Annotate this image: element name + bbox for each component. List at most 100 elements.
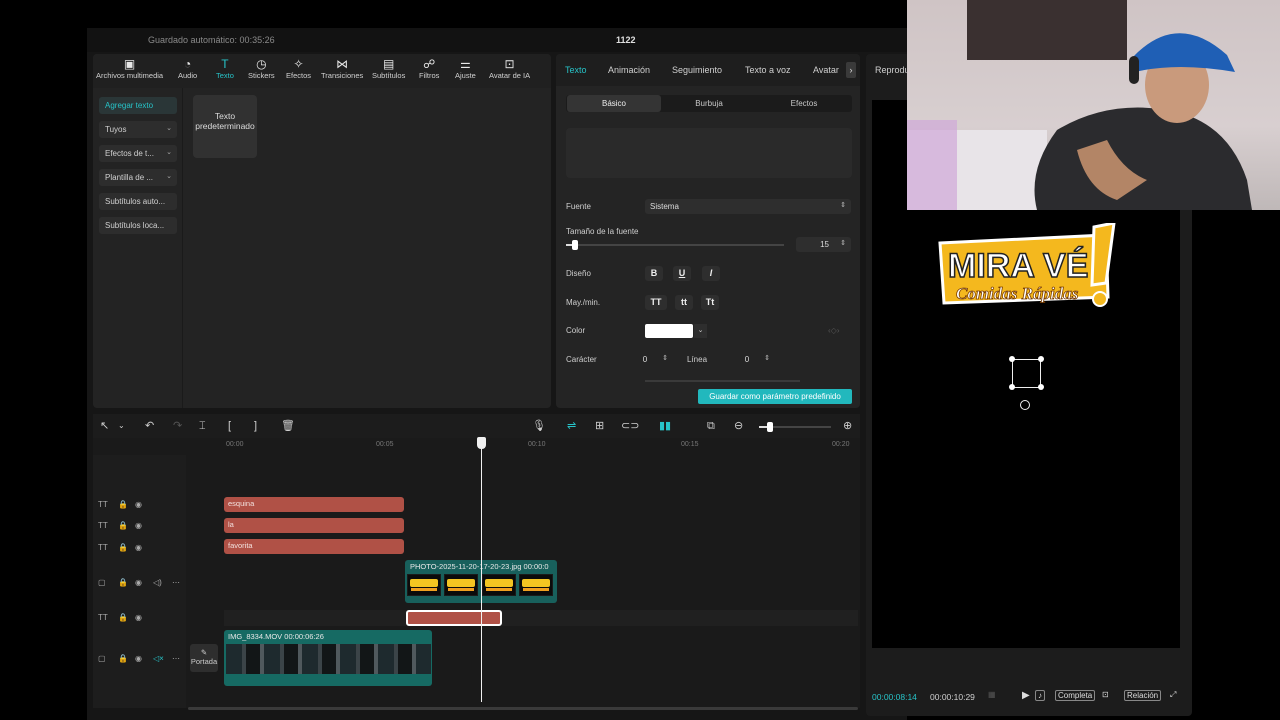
italic-button[interactable]: I: [702, 266, 720, 281]
chevron-down-icon[interactable]: ⌄: [118, 419, 125, 433]
tool-adjust[interactable]: ⚌ Ajuste: [455, 58, 476, 81]
underline-button[interactable]: U: [673, 266, 691, 281]
split-icon[interactable]: ⌶: [199, 419, 206, 433]
tool-transitions[interactable]: ⋈ Transiciones: [321, 58, 363, 81]
microphone-icon[interactable]: 🎙: [532, 419, 546, 433]
selected-text-clip[interactable]: [406, 610, 502, 626]
zoom-out-icon[interactable]: ⊖: [734, 419, 743, 433]
tool-media[interactable]: ▣ Archivos multimedia: [96, 58, 164, 81]
save-preset-button[interactable]: Guardar como parámetro predefinido: [698, 389, 852, 404]
lock-icon[interactable]: 🔒: [118, 500, 128, 509]
char-spacing-input[interactable]: 0 ⇕: [620, 352, 670, 367]
tool-subtitles[interactable]: ▤ Subtítulos: [372, 58, 405, 81]
eye-icon[interactable]: ◉: [135, 613, 142, 622]
audio-wave-icon[interactable]: ♪: [1035, 690, 1045, 701]
lock-icon[interactable]: 🔒: [118, 578, 128, 587]
muted-speaker-icon[interactable]: ◁×: [153, 654, 164, 663]
delete-icon[interactable]: 🗑: [281, 419, 295, 433]
lock-icon[interactable]: 🔒: [118, 613, 128, 622]
text-bounding-box[interactable]: [1012, 359, 1041, 388]
tool-avatar[interactable]: ⊡ Avatar de IA: [489, 58, 530, 81]
tool-label: Archivos multimedia: [96, 71, 164, 80]
tool-filters[interactable]: ☍ Filtros: [419, 58, 439, 81]
lock-icon[interactable]: 🔒: [118, 521, 128, 530]
tab-tracking[interactable]: Seguimiento: [672, 65, 722, 75]
tab-animation[interactable]: Animación: [608, 65, 650, 75]
bold-button[interactable]: B: [645, 266, 663, 281]
eye-icon[interactable]: ◉: [135, 543, 142, 552]
resize-handle[interactable]: [1038, 384, 1044, 390]
lock-icon[interactable]: 🔒: [118, 543, 128, 552]
trim-left-icon[interactable]: [: [228, 419, 231, 433]
magnet-icon[interactable]: ⇌: [567, 419, 576, 433]
select-tool-icon[interactable]: ↖: [100, 419, 109, 433]
undo-icon[interactable]: ↶: [145, 419, 154, 433]
tab-text[interactable]: Texto: [565, 65, 587, 75]
text-clip[interactable]: la: [224, 518, 404, 533]
subtab-basic[interactable]: Básico: [567, 95, 661, 112]
preview-axis-icon[interactable]: ▮▮: [659, 419, 671, 433]
tool-audio[interactable]: ◔ Audio: [178, 58, 197, 81]
fullscreen-icon[interactable]: ⤢: [1170, 690, 1176, 700]
resize-handle[interactable]: [1009, 356, 1015, 362]
eye-icon[interactable]: ◉: [135, 578, 142, 587]
sidebar-auto-subtitles[interactable]: Subtítulos auto...: [99, 193, 177, 210]
subtab-bubble[interactable]: Burbuja: [662, 95, 756, 112]
playhead[interactable]: [481, 444, 482, 702]
sidebar-yours[interactable]: Tuyos ⌄: [99, 121, 177, 138]
more-icon[interactable]: ⋯: [172, 578, 180, 587]
sidebar-text-effects[interactable]: Efectos de t... ⌄: [99, 145, 177, 162]
trim-right-icon[interactable]: ]: [254, 419, 257, 433]
text-clip[interactable]: favorita: [224, 539, 404, 554]
link-icon[interactable]: ⊂⊃: [621, 419, 639, 433]
keyframe-icon[interactable]: ‹◇›: [828, 326, 839, 335]
timeline-scrollbar[interactable]: [188, 707, 858, 710]
rotate-handle-icon[interactable]: [1020, 400, 1030, 410]
zoom-in-icon[interactable]: ⊕: [843, 419, 852, 433]
text-track-icon: TT: [98, 500, 108, 509]
font-size-input[interactable]: 15 ⇕: [796, 237, 851, 252]
chevron-down-icon[interactable]: ⌄: [694, 324, 707, 338]
tool-stickers[interactable]: ◷ Stickers: [248, 58, 275, 81]
default-text-template[interactable]: Texto predeterminado: [193, 95, 257, 158]
text-icon: T: [221, 57, 229, 71]
resize-handle[interactable]: [1038, 356, 1044, 362]
lock-icon[interactable]: 🔒: [118, 654, 128, 663]
sidebar-local-subtitles[interactable]: Subtítulos loca...: [99, 217, 177, 234]
eye-icon[interactable]: ◉: [135, 521, 142, 530]
zoom-slider-thumb[interactable]: [767, 422, 773, 432]
tab-text-to-speech[interactable]: Texto a voz: [745, 65, 791, 75]
fullscreen-timeline-icon[interactable]: ⧉: [707, 419, 715, 433]
snapshot-icon[interactable]: ⊡: [1102, 690, 1109, 699]
chevron-right-icon[interactable]: ›: [846, 62, 856, 78]
sidebar-template[interactable]: Plantilla de ... ⌄: [99, 169, 177, 186]
line-spacing-input[interactable]: 0 ⇕: [722, 352, 772, 367]
more-icon[interactable]: ⋯: [172, 654, 180, 663]
resize-handle[interactable]: [1009, 384, 1015, 390]
font-size-slider-thumb[interactable]: [572, 240, 578, 250]
timecode-icon[interactable]: ▦: [988, 690, 996, 699]
ratio-button[interactable]: Relación: [1124, 690, 1162, 701]
chevron-down-icon: ⌄: [166, 149, 172, 156]
titlecase-button[interactable]: Tt: [701, 295, 719, 310]
speaker-icon[interactable]: ◁): [153, 578, 162, 587]
quality-button[interactable]: Completa: [1055, 690, 1096, 701]
font-size-slider[interactable]: [566, 244, 784, 246]
redo-icon[interactable]: ↷: [173, 419, 182, 433]
cover-button[interactable]: ✎ Portada: [190, 644, 218, 672]
text-clip[interactable]: esquina: [224, 497, 404, 512]
snap-icon[interactable]: ⊞: [595, 419, 604, 433]
sidebar-add-text[interactable]: Agregar texto: [99, 97, 177, 114]
eye-icon[interactable]: ◉: [135, 500, 142, 509]
uppercase-button[interactable]: TT: [645, 295, 667, 310]
project-title: 1122: [616, 35, 636, 45]
subtab-effects[interactable]: Efectos: [757, 95, 851, 112]
play-icon[interactable]: ▶: [1022, 690, 1030, 701]
font-select[interactable]: Sistema ⇕: [645, 199, 851, 214]
color-swatch[interactable]: [645, 324, 693, 338]
tool-text[interactable]: T Texto: [216, 57, 234, 81]
tool-effects[interactable]: ✧ Efectos: [286, 58, 311, 81]
eye-icon[interactable]: ◉: [135, 654, 142, 663]
tab-avatar[interactable]: Avatar: [813, 65, 839, 75]
lowercase-button[interactable]: tt: [675, 295, 693, 310]
